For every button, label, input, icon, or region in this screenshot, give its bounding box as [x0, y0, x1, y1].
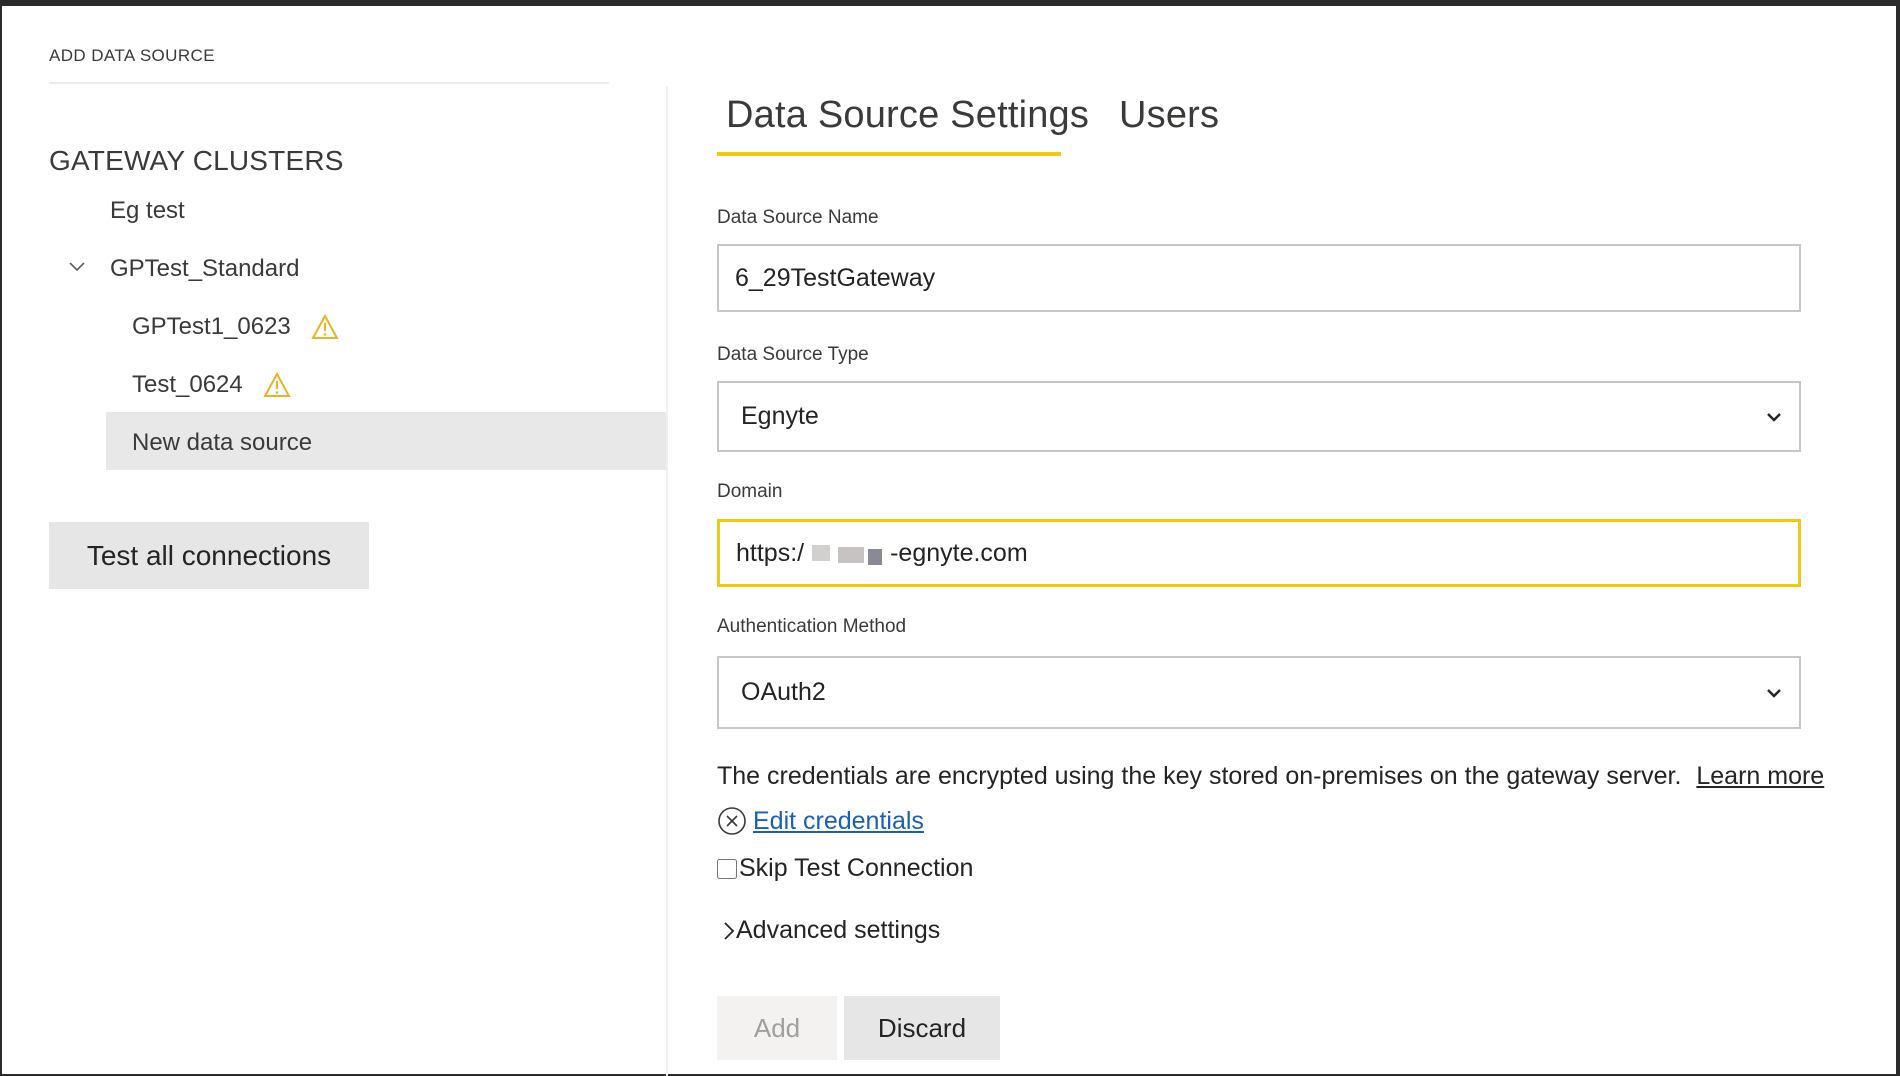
redacted-text — [804, 543, 890, 565]
chevron-down-icon — [1767, 412, 1781, 422]
domain-label: Domain — [717, 481, 783, 502]
close-circle-icon — [718, 807, 746, 835]
data-source-name-field[interactable] — [717, 244, 1801, 312]
gateway-data-source-panel: ADD DATA SOURCE GATEWAY CLUSTERS Eg test… — [2, 6, 1896, 1076]
credentials-note: The credentials are encrypted using the … — [717, 762, 1824, 791]
skip-test-connection-label: Skip Test Connection — [739, 854, 974, 882]
chevron-down-icon — [1767, 688, 1781, 698]
tree-item-label: New data source — [132, 429, 313, 456]
tab-users[interactable]: Users — [1119, 94, 1219, 137]
tree-item-label: GPTest_Standard — [110, 255, 300, 282]
credentials-note-text: The credentials are encrypted using the … — [717, 762, 1682, 790]
data-source-name-input[interactable] — [719, 263, 1799, 293]
advanced-settings-label: Advanced settings — [736, 916, 941, 944]
gateway-clusters-heading: GATEWAY CLUSTERS — [49, 145, 344, 176]
edit-credentials-link[interactable]: Edit credentials — [753, 807, 924, 836]
authentication-method-label: Authentication Method — [717, 616, 907, 637]
data-source-name-label: Data Source Name — [717, 207, 879, 228]
authentication-method-select[interactable]: OAuth2 — [717, 656, 1801, 729]
active-tab-indicator — [717, 152, 1061, 156]
edit-credentials-row[interactable]: Edit credentials — [717, 806, 924, 836]
breadcrumb-divider — [49, 82, 609, 84]
data-source-type-label: Data Source Type — [717, 344, 869, 365]
warning-icon — [311, 314, 339, 339]
add-button[interactable]: Add — [717, 996, 837, 1060]
data-source-type-value: Egnyte — [741, 402, 819, 430]
advanced-settings-toggle[interactable]: Advanced settings — [722, 916, 940, 945]
domain-value-suffix: -egnyte.com — [890, 538, 1028, 567]
discard-button[interactable]: Discard — [844, 996, 1000, 1060]
skip-test-connection-checkbox[interactable] — [717, 858, 737, 879]
authentication-method-value: OAuth2 — [741, 678, 826, 706]
left-panel: ADD DATA SOURCE GATEWAY CLUSTERS Eg test… — [2, 6, 666, 1074]
tree-item-new-data-source-label: New data source — [132, 429, 312, 457]
data-source-type-select[interactable]: Egnyte — [717, 381, 1801, 452]
panel-divider — [666, 86, 668, 1076]
tree-item-test-0624[interactable]: Test_0624 — [132, 371, 291, 399]
tree-item-gptest-standard[interactable]: GPTest_Standard — [110, 255, 299, 283]
tree-item-label: Test_0624 — [132, 371, 243, 398]
tree-item-gptest1-0623[interactable]: GPTest1_0623 — [132, 313, 339, 341]
tree-item-label: GPTest1_0623 — [132, 313, 291, 340]
chevron-right-icon — [724, 921, 735, 940]
domain-value-prefix: https:/ — [736, 538, 805, 567]
tab-data-source-settings[interactable]: Data Source Settings — [726, 94, 1089, 137]
tree-item-label: Eg test — [110, 197, 185, 224]
breadcrumb: ADD DATA SOURCE — [49, 46, 215, 65]
domain-value[interactable]: https:/ -egnyte.com — [720, 539, 1028, 568]
learn-more-link[interactable]: Learn more — [1696, 762, 1824, 790]
domain-field[interactable]: https:/ -egnyte.com — [717, 519, 1801, 587]
skip-test-connection[interactable]: Skip Test Connection — [717, 854, 973, 883]
chevron-down-icon[interactable] — [68, 258, 86, 276]
tree-item-eg-test[interactable]: Eg test — [110, 197, 185, 225]
test-all-connections-button[interactable]: Test all connections — [49, 522, 369, 589]
warning-icon — [263, 372, 291, 397]
